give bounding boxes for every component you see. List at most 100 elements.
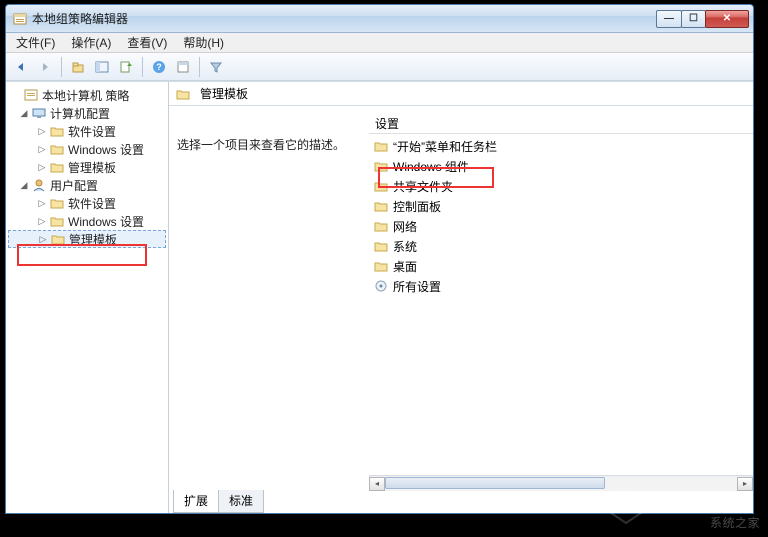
list-item[interactable]: “开始”菜单和任务栏 xyxy=(369,136,753,156)
tree-label: Windows 设置 xyxy=(68,213,144,230)
content-body-inner: 选择一个项目来查看它的描述。 设置 “开始”菜单和任务栏 Windows 组件 … xyxy=(169,106,753,491)
expand-icon[interactable]: ▷ xyxy=(36,216,48,227)
item-label: 桌面 xyxy=(393,258,417,275)
list-item[interactable]: Windows 组件 xyxy=(369,156,753,176)
toolbar: ? xyxy=(6,53,753,81)
expand-icon[interactable]: ▷ xyxy=(37,234,49,245)
title-bar[interactable]: 本地组策略编辑器 — ☐ ✕ xyxy=(6,5,753,33)
folder-icon xyxy=(373,179,389,193)
user-icon xyxy=(31,178,47,192)
folder-icon xyxy=(373,139,389,153)
back-button[interactable] xyxy=(10,56,32,78)
forward-button[interactable] xyxy=(34,56,56,78)
maximize-button[interactable]: ☐ xyxy=(681,10,706,28)
folder-icon xyxy=(49,160,65,174)
content-panel: 管理模板 选择一个项目来查看它的描述。 设置 “开始”菜单和任务栏 Window… xyxy=(169,82,753,513)
items-list[interactable]: “开始”菜单和任务栏 Windows 组件 共享文件夹 控制面板 网络 系统 桌… xyxy=(369,134,753,475)
list-pane: 设置 “开始”菜单和任务栏 Windows 组件 共享文件夹 控制面板 网络 系… xyxy=(369,114,753,491)
tree-computer-config[interactable]: ◢ 计算机配置 xyxy=(8,104,166,122)
folder-icon xyxy=(373,219,389,233)
expand-icon[interactable]: ▷ xyxy=(36,198,48,209)
list-item[interactable]: 桌面 xyxy=(369,256,753,276)
menu-file[interactable]: 文件(F) xyxy=(8,32,63,53)
help-button[interactable]: ? xyxy=(148,56,170,78)
horizontal-scrollbar[interactable]: ◂ ▸ xyxy=(369,475,753,491)
list-item[interactable]: 网络 xyxy=(369,216,753,236)
show-hide-tree-button[interactable] xyxy=(91,56,113,78)
svg-text:?: ? xyxy=(156,62,162,72)
expand-icon[interactable]: ▷ xyxy=(36,126,48,137)
up-button[interactable] xyxy=(67,56,89,78)
folder-icon xyxy=(49,196,65,210)
item-label: 网络 xyxy=(393,218,417,235)
tree-label: 管理模板 xyxy=(68,159,116,176)
app-window: 本地组策略编辑器 — ☐ ✕ 文件(F) 操作(A) 查看(V) 帮助(H) ?… xyxy=(5,4,754,514)
column-setting[interactable]: 设置 xyxy=(369,115,399,132)
tab-extended[interactable]: 扩展 xyxy=(173,490,218,513)
menu-view[interactable]: 查看(V) xyxy=(119,32,175,53)
folder-icon xyxy=(373,259,389,273)
bottom-tabs: 扩展 标准 xyxy=(169,491,753,513)
tree-label: 软件设置 xyxy=(68,195,116,212)
item-label: 控制面板 xyxy=(393,198,441,215)
tab-standard[interactable]: 标准 xyxy=(218,490,264,513)
close-button[interactable]: ✕ xyxy=(705,10,749,28)
list-item[interactable]: 所有设置 xyxy=(369,276,753,296)
policy-icon xyxy=(23,88,39,102)
list-item[interactable]: 控制面板 xyxy=(369,196,753,216)
scroll-left-button[interactable]: ◂ xyxy=(369,477,385,491)
window-title: 本地组策略编辑器 xyxy=(32,10,656,27)
scroll-thumb[interactable] xyxy=(385,477,605,489)
tree-item-software[interactable]: ▷ 软件设置 xyxy=(8,194,166,212)
folder-icon xyxy=(373,159,389,173)
menu-help[interactable]: 帮助(H) xyxy=(175,32,232,53)
minimize-button[interactable]: — xyxy=(656,10,682,28)
tree-label: 计算机配置 xyxy=(50,105,110,122)
folder-icon xyxy=(50,232,66,246)
list-item[interactable]: 共享文件夹 xyxy=(369,176,753,196)
filter-button[interactable] xyxy=(205,56,227,78)
watermark-icon xyxy=(604,483,648,527)
folder-icon xyxy=(175,87,191,101)
tree-item-windows[interactable]: ▷ Windows 设置 xyxy=(8,212,166,230)
list-item[interactable]: 系统 xyxy=(369,236,753,256)
watermark-text: 系统之家 xyxy=(710,514,760,531)
export-list-button[interactable] xyxy=(115,56,137,78)
collapse-icon[interactable]: ◢ xyxy=(18,180,30,191)
expand-icon[interactable]: ▷ xyxy=(36,144,48,155)
collapse-icon[interactable]: ◢ xyxy=(18,108,30,119)
settings-icon xyxy=(373,279,389,293)
folder-icon xyxy=(373,239,389,253)
content-title: 管理模板 xyxy=(200,85,248,102)
tree-item-admin[interactable]: ▷ 管理模板 xyxy=(8,158,166,176)
properties-button[interactable] xyxy=(172,56,194,78)
toolbar-separator xyxy=(199,57,200,77)
menu-bar: 文件(F) 操作(A) 查看(V) 帮助(H) xyxy=(6,33,753,53)
column-header-row[interactable]: 设置 xyxy=(369,114,753,134)
tree-item-admin-selected[interactable]: ▷ 管理模板 xyxy=(8,230,166,248)
scroll-track[interactable] xyxy=(385,477,737,491)
menu-action[interactable]: 操作(A) xyxy=(63,32,119,53)
tree-label: 软件设置 xyxy=(68,123,116,140)
toolbar-separator xyxy=(61,57,62,77)
item-label: 所有设置 xyxy=(393,278,441,295)
item-label: 共享文件夹 xyxy=(393,178,453,195)
folder-icon xyxy=(49,142,65,156)
toolbar-separator xyxy=(142,57,143,77)
expand-icon[interactable]: ▷ xyxy=(36,162,48,173)
tree-item-windows[interactable]: ▷ Windows 设置 xyxy=(8,140,166,158)
app-icon xyxy=(12,11,28,27)
scroll-right-button[interactable]: ▸ xyxy=(737,477,753,491)
tree-panel[interactable]: 本地计算机 策略 ◢ 计算机配置 ▷ 软件设置 ▷ Windows 设置 ▷ 管… xyxy=(6,82,169,513)
tree-label: 管理模板 xyxy=(69,231,117,248)
tree-root[interactable]: 本地计算机 策略 xyxy=(8,86,166,104)
item-label: Windows 组件 xyxy=(393,158,469,175)
tree-label: 本地计算机 策略 xyxy=(42,87,129,104)
tree-label: 用户配置 xyxy=(50,177,98,194)
tree-user-config[interactable]: ◢ 用户配置 xyxy=(8,176,166,194)
tree-item-software[interactable]: ▷ 软件设置 xyxy=(8,122,166,140)
item-label: “开始”菜单和任务栏 xyxy=(393,138,497,155)
folder-icon xyxy=(49,124,65,138)
folder-icon xyxy=(373,199,389,213)
description-text: 选择一个项目来查看它的描述。 xyxy=(177,136,369,153)
